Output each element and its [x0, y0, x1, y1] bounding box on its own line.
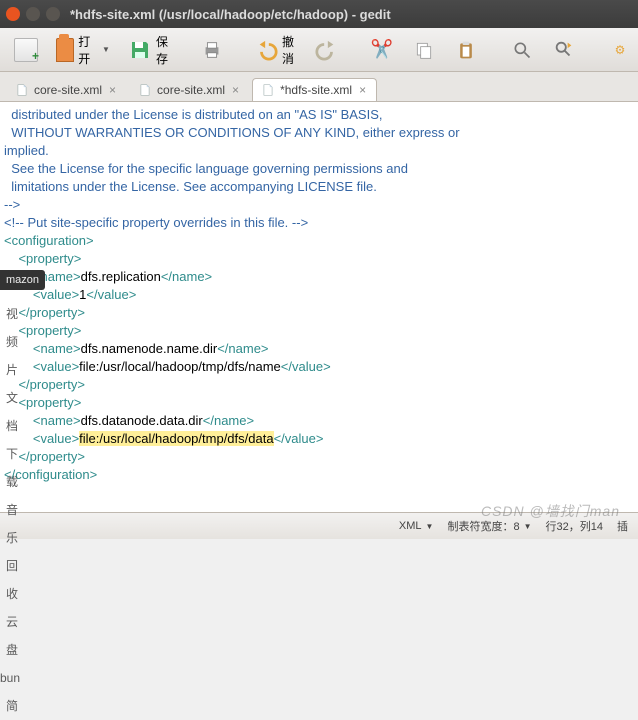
find-replace-button[interactable]: [546, 34, 582, 66]
dropdown-icon: ▼: [102, 45, 110, 54]
copy-icon: [412, 38, 436, 62]
redo-button[interactable]: [308, 34, 344, 66]
file-icon: [261, 83, 275, 97]
dropdown-icon: ▼: [524, 522, 532, 531]
tooltip-fragment: mazon: [0, 270, 45, 290]
folder-open-icon: [56, 38, 74, 62]
tab-close-button[interactable]: ×: [357, 83, 368, 97]
file-tab[interactable]: *hdfs-site.xml ×: [252, 78, 377, 101]
main-toolbar: 打开 ▼ 保存 撤消 ✂️: [0, 28, 638, 72]
window-maximize-button[interactable]: [46, 7, 60, 21]
file-icon: [138, 83, 152, 97]
paste-button[interactable]: [448, 34, 484, 66]
editor-area[interactable]: distributed under the License is distrib…: [0, 102, 638, 512]
tab-close-button[interactable]: ×: [107, 83, 118, 97]
insert-mode-indicator[interactable]: 插: [617, 518, 628, 534]
open-button[interactable]: 打开 ▼: [50, 29, 116, 71]
save-label: 保存: [156, 33, 168, 67]
gear-icon: ⚙: [608, 38, 632, 62]
new-file-icon: [14, 38, 38, 62]
syntax-selector[interactable]: XML ▼: [399, 520, 434, 532]
tab-label: core-site.xml: [157, 83, 225, 97]
save-button[interactable]: 保存: [122, 29, 174, 71]
desktop-label-fragment: 文档: [0, 384, 18, 440]
file-tab[interactable]: core-site.xml ×: [6, 78, 127, 101]
paste-icon: [454, 38, 478, 62]
desktop-label-fragment: 视频: [0, 300, 18, 356]
desktop-label-fragment: 片: [0, 356, 18, 384]
find-button[interactable]: [504, 34, 540, 66]
window-minimize-button[interactable]: [26, 7, 40, 21]
status-bar: XML ▼ 制表符宽度：8 ▼ 行32，列14 插: [0, 512, 638, 539]
file-icon: [15, 83, 29, 97]
cut-button[interactable]: ✂️: [364, 34, 400, 66]
desktop-labels-fragment: 视频片文档下载音乐回收云盘bun简: [0, 300, 18, 720]
new-file-button[interactable]: [8, 34, 44, 66]
tab-label: core-site.xml: [34, 83, 102, 97]
tab-width-selector[interactable]: 制表符宽度：8 ▼: [447, 518, 531, 534]
print-button[interactable]: [194, 34, 230, 66]
tab-close-button[interactable]: ×: [230, 83, 241, 97]
undo-label: 撤消: [282, 33, 296, 67]
settings-button[interactable]: ⚙: [602, 34, 638, 66]
scissors-icon: ✂️: [370, 38, 394, 62]
desktop-label-fragment: 简: [0, 692, 18, 720]
insert-mode-text: 插: [617, 518, 628, 534]
dropdown-icon: ▼: [426, 522, 434, 531]
save-icon: [128, 38, 152, 62]
redo-icon: [314, 38, 338, 62]
window-close-button[interactable]: [6, 7, 20, 21]
undo-icon: [256, 38, 278, 62]
copy-button[interactable]: [406, 34, 442, 66]
desktop-label-fragment: 下载: [0, 440, 18, 496]
find-replace-icon: [552, 38, 576, 62]
syntax-label: XML: [399, 520, 422, 532]
desktop-label-fragment: bun: [0, 664, 18, 692]
tab-bar: core-site.xml×core-site.xml×*hdfs-site.x…: [0, 72, 638, 102]
file-tab[interactable]: core-site.xml ×: [129, 78, 250, 101]
undo-button[interactable]: 撤消: [250, 29, 302, 71]
open-label: 打开: [78, 33, 96, 67]
desktop-label-fragment: 回收: [0, 552, 18, 608]
line-col-indicator: 行32，列14: [546, 518, 603, 534]
desktop-label-fragment: 音乐: [0, 496, 18, 552]
tab-label: *hdfs-site.xml: [280, 83, 352, 97]
window-title: *hdfs-site.xml (/usr/local/hadoop/etc/ha…: [70, 7, 391, 22]
tabwidth-label: 制表符宽度：8: [447, 518, 519, 534]
print-icon: [200, 38, 224, 62]
window-titlebar: *hdfs-site.xml (/usr/local/hadoop/etc/ha…: [0, 0, 638, 28]
linecol-text: 行32，列14: [546, 518, 603, 534]
desktop-label-fragment: 云盘: [0, 608, 18, 664]
search-icon: [510, 38, 534, 62]
